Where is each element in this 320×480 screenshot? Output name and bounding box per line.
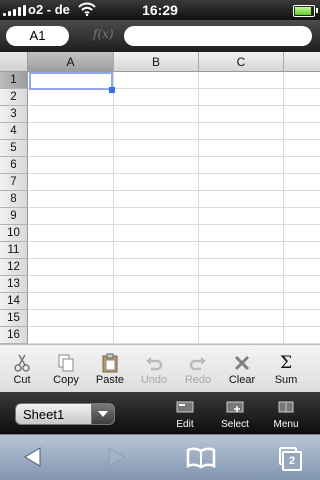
column-header-b[interactable]: B <box>114 52 199 72</box>
tab-count: 2 <box>282 451 302 471</box>
grid-line <box>28 105 320 106</box>
copy-label: Copy <box>53 374 79 386</box>
formula-bar: A1 f(x) <box>0 20 320 52</box>
row-header-2[interactable]: 2 <box>0 89 28 106</box>
paste-button[interactable]: Paste <box>88 345 132 393</box>
sheet-bar: Sheet1 Edit Select Menu <box>0 392 320 434</box>
menu-label: Menu <box>273 419 299 430</box>
chevron-down-icon[interactable] <box>91 404 114 424</box>
sum-label: Sum <box>274 374 298 386</box>
spreadsheet-grid[interactable]: A B C 1 2 3 4 5 6 7 8 9 10 11 12 13 14 1… <box>0 52 320 344</box>
edit-button[interactable]: Edit <box>165 394 205 432</box>
formula-input[interactable] <box>124 26 312 46</box>
sigma-icon: Σ <box>279 353 293 373</box>
row-header-13[interactable]: 13 <box>0 276 28 293</box>
edit-icon <box>176 401 194 413</box>
cell-reference-box[interactable]: A1 <box>6 26 69 46</box>
grid-line <box>28 258 320 259</box>
clear-label: Clear <box>228 374 256 386</box>
column-header-a[interactable]: A <box>28 52 114 72</box>
edit-label: Edit <box>176 419 194 430</box>
select-label: Select <box>221 419 249 430</box>
paste-label: Paste <box>95 374 125 386</box>
grid-line <box>113 72 114 344</box>
redo-button[interactable]: Redo <box>176 345 220 393</box>
row-header-4[interactable]: 4 <box>0 123 28 140</box>
undo-button[interactable]: Undo <box>132 345 176 393</box>
row-header-15[interactable]: 15 <box>0 310 28 327</box>
bookmarks-icon[interactable] <box>183 439 219 475</box>
grid-line <box>28 292 320 293</box>
cut-button[interactable]: Cut <box>0 345 44 393</box>
scissors-icon <box>14 354 30 372</box>
menu-icon <box>278 401 294 413</box>
grid-line <box>28 326 320 327</box>
status-bar: o2 - de 16:29 <box>0 0 320 20</box>
sheet-selector[interactable]: Sheet1 <box>15 403 115 425</box>
grid-line <box>28 241 320 242</box>
grid-line <box>28 173 320 174</box>
selection-fill-handle[interactable] <box>109 87 115 93</box>
grid-line <box>198 72 199 344</box>
selected-cell-a1[interactable] <box>29 72 113 90</box>
status-time: 16:29 <box>142 2 178 18</box>
sum-button[interactable]: Σ Sum <box>264 345 308 393</box>
back-arrow-icon[interactable] <box>15 439 51 475</box>
tabs-icon[interactable]: 2 <box>270 439 306 475</box>
row-header-3[interactable]: 3 <box>0 106 28 123</box>
grid-line <box>28 122 320 123</box>
grid-line <box>28 275 320 276</box>
column-header-d[interactable] <box>284 52 320 72</box>
forward-arrow-icon[interactable] <box>98 439 134 475</box>
grid-line <box>28 309 320 310</box>
row-header-16[interactable]: 16 <box>0 327 28 344</box>
row-header-14[interactable]: 14 <box>0 293 28 310</box>
sheet-name: Sheet1 <box>23 407 65 422</box>
redo-icon <box>189 357 206 371</box>
grid-line <box>283 72 284 344</box>
grid-line <box>28 224 320 225</box>
row-header-6[interactable]: 6 <box>0 157 28 174</box>
select-all-corner[interactable] <box>0 52 28 72</box>
fx-icon: f(x) <box>93 27 114 41</box>
row-header-12[interactable]: 12 <box>0 259 28 276</box>
browser-toolbar: 2 <box>0 434 320 480</box>
row-header-9[interactable]: 9 <box>0 208 28 225</box>
menu-button[interactable]: Menu <box>265 394 307 432</box>
cut-label: Cut <box>13 374 31 386</box>
row-header-7[interactable]: 7 <box>0 174 28 191</box>
row-header-8[interactable]: 8 <box>0 191 28 208</box>
row-header-5[interactable]: 5 <box>0 140 28 157</box>
select-button[interactable]: Select <box>214 394 256 432</box>
clear-button[interactable]: Clear <box>220 345 264 393</box>
copy-button[interactable]: Copy <box>44 345 88 393</box>
column-header-c[interactable]: C <box>199 52 284 72</box>
row-header-1[interactable]: 1 <box>0 72 28 89</box>
row-header-10[interactable]: 10 <box>0 225 28 242</box>
paste-icon <box>102 353 118 373</box>
row-header-11[interactable]: 11 <box>0 242 28 259</box>
grid-line <box>28 207 320 208</box>
grid-line <box>28 156 320 157</box>
select-icon <box>226 401 244 413</box>
grid-line <box>28 139 320 140</box>
undo-icon <box>146 357 163 371</box>
edit-toolbar: Cut Copy Paste Undo Redo Clear Σ Sum <box>0 344 320 392</box>
grid-line <box>28 190 320 191</box>
copy-icon <box>58 354 74 372</box>
clear-x-icon <box>234 355 250 371</box>
redo-label: Redo <box>184 374 212 386</box>
battery-icon <box>293 5 318 17</box>
undo-label: Undo <box>140 374 168 386</box>
